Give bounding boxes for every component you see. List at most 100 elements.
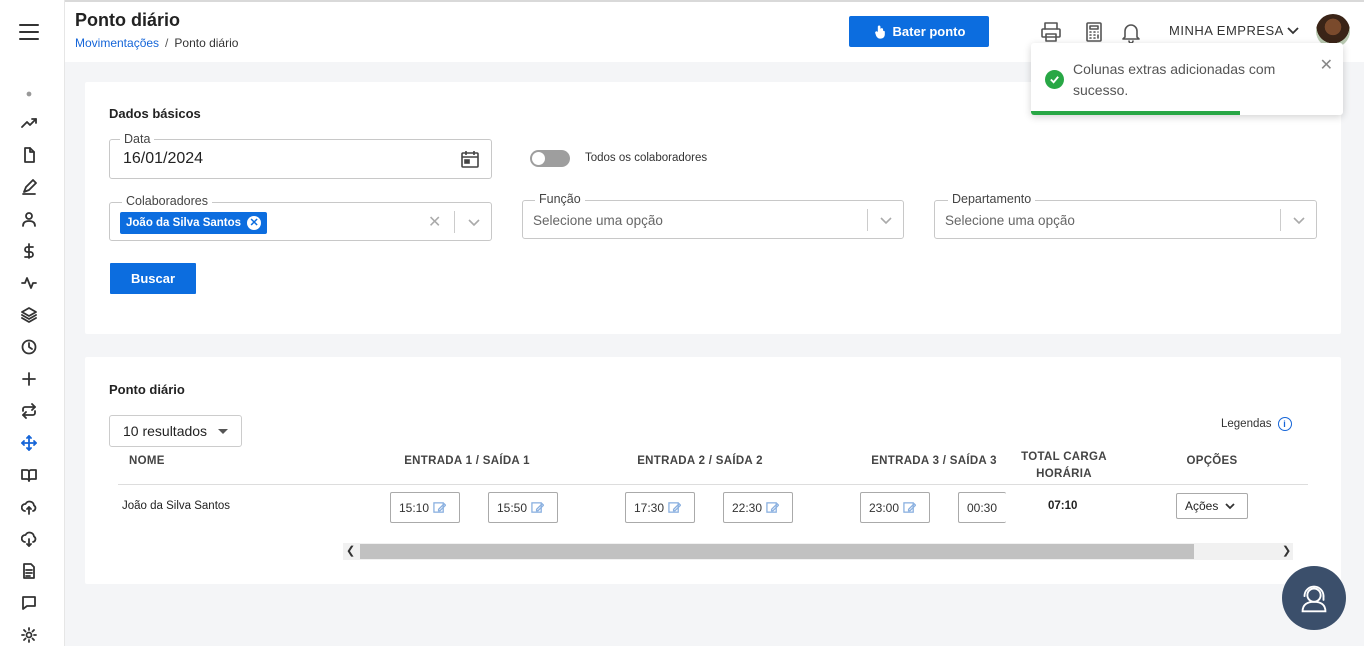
time-value: 23:00 xyxy=(869,500,900,515)
funcao-select[interactable]: Função Selecione uma opção xyxy=(522,192,904,239)
company-selector[interactable]: MINHA EMPRESA xyxy=(1169,23,1284,38)
dollar-icon[interactable] xyxy=(18,240,40,262)
support-chat-button[interactable] xyxy=(1282,566,1346,630)
time-value: 17:30 xyxy=(634,500,665,515)
departamento-select[interactable]: Departamento Selecione uma opção xyxy=(934,192,1317,239)
date-label: Data xyxy=(120,132,155,146)
chevron-down-icon[interactable] xyxy=(1292,213,1306,227)
layers-icon[interactable] xyxy=(18,304,40,326)
chip-label: João da Silva Santos xyxy=(126,217,242,229)
book-icon[interactable] xyxy=(18,464,40,486)
upload-cloud-icon[interactable] xyxy=(18,496,40,518)
col-entrada-saida-2: ENTRADA 2 / SAÍDA 2 xyxy=(637,455,763,467)
printer-icon[interactable] xyxy=(1039,20,1063,44)
departamento-label: Departamento xyxy=(948,192,1036,206)
chevron-down-icon xyxy=(1225,503,1235,510)
success-toast: Colunas extras adicionadas com sucesso. … xyxy=(1031,43,1343,115)
time-exit-1[interactable]: 15:50 xyxy=(488,492,558,523)
colaboradores-label: Colaboradores xyxy=(122,194,212,208)
col-nome: NOME xyxy=(129,455,165,467)
departamento-placeholder: Selecione uma opção xyxy=(945,213,1075,228)
hand-pointer-icon xyxy=(874,24,885,39)
repeat-icon[interactable] xyxy=(18,400,40,422)
edit-icon[interactable] xyxy=(531,501,545,514)
row-total-hours: 07:10 xyxy=(1048,500,1078,512)
daily-record-title: Ponto diário xyxy=(109,382,185,397)
clock-icon[interactable] xyxy=(18,336,40,358)
all-employees-toggle[interactable] xyxy=(530,150,570,167)
breadcrumb-parent[interactable]: Movimentações xyxy=(75,36,159,50)
time-value: 22:30 xyxy=(732,500,763,515)
settings-icon[interactable] xyxy=(18,624,40,646)
bater-ponto-label: Bater ponto xyxy=(892,24,966,39)
col-entrada-saida-3: ENTRADA 3 / SAÍDA 3 xyxy=(871,455,997,467)
results-per-page-select[interactable]: 10 resultados xyxy=(109,415,242,447)
table-header-divider xyxy=(118,484,1308,485)
chevron-down-icon[interactable] xyxy=(879,213,893,227)
time-entry-3[interactable]: 23:00 xyxy=(860,492,930,523)
check-circle-icon xyxy=(1045,70,1064,89)
buscar-button[interactable]: Buscar xyxy=(110,263,196,294)
calculator-icon[interactable] xyxy=(1082,20,1106,44)
scrollbar-thumb[interactable] xyxy=(360,544,1194,559)
download-cloud-icon[interactable] xyxy=(18,528,40,550)
results-label: 10 resultados xyxy=(123,423,208,439)
colaboradores-select[interactable]: Colaboradores João da Silva Santos ✕ ✕ xyxy=(109,194,492,241)
bater-ponto-button[interactable]: Bater ponto xyxy=(849,16,989,47)
actions-dropdown[interactable]: Ações xyxy=(1176,493,1248,519)
breadcrumb: Movimentações / Ponto diário xyxy=(75,36,238,50)
col-opcoes: OPÇÕES xyxy=(1186,455,1238,467)
clear-icon[interactable]: ✕ xyxy=(428,212,441,232)
selected-employee-chip: João da Silva Santos ✕ xyxy=(120,212,268,234)
chip-remove-icon[interactable]: ✕ xyxy=(247,216,262,230)
toast-progress xyxy=(1031,111,1241,115)
edit-icon[interactable] xyxy=(433,501,447,514)
col-entrada-saida-1: ENTRADA 1 / SAÍDA 1 xyxy=(404,455,530,467)
time-entry-1[interactable]: 15:10 xyxy=(390,492,460,523)
chevron-down-icon[interactable] xyxy=(1286,24,1300,43)
trending-up-icon[interactable] xyxy=(18,112,40,134)
time-value: 15:10 xyxy=(399,500,430,515)
edit-icon[interactable] xyxy=(903,501,917,514)
edit-icon[interactable] xyxy=(766,501,780,514)
time-value: 15:50 xyxy=(497,500,528,515)
close-icon[interactable]: ✕ xyxy=(1320,55,1333,75)
user-icon[interactable] xyxy=(18,208,40,230)
row-employee-name: João da Silva Santos xyxy=(122,500,231,512)
scroll-right-arrow[interactable]: ❯ xyxy=(1282,546,1292,557)
dot-icon[interactable] xyxy=(18,83,40,105)
time-value: 00:30 xyxy=(967,500,998,515)
basic-data-title: Dados básicos xyxy=(109,106,201,121)
page-title: Ponto diário xyxy=(75,10,180,30)
time-exit-2[interactable]: 22:30 xyxy=(723,492,793,523)
menu-icon[interactable] xyxy=(19,24,39,40)
funcao-placeholder: Selecione uma opção xyxy=(533,213,663,228)
info-icon: i xyxy=(1277,417,1292,431)
chevron-down-icon[interactable] xyxy=(467,215,481,229)
pen-icon[interactable] xyxy=(18,176,40,198)
legend-button[interactable]: Legendas i xyxy=(1221,417,1292,431)
scroll-left-arrow[interactable]: ❮ xyxy=(346,546,356,557)
edit-icon[interactable] xyxy=(668,501,682,514)
breadcrumb-current: Ponto diário xyxy=(174,36,239,50)
actions-label: Ações xyxy=(1185,499,1219,513)
calendar-icon[interactable] xyxy=(460,149,480,169)
document-icon[interactable] xyxy=(18,560,40,582)
message-icon[interactable] xyxy=(18,592,40,614)
toast-message: Colunas extras adicionadas com sucesso. xyxy=(1073,61,1276,98)
activity-icon[interactable] xyxy=(18,272,40,294)
horizontal-scrollbar[interactable]: ❮ ❯ xyxy=(343,543,1293,560)
time-exit-3[interactable]: 00:30 xyxy=(958,492,1006,523)
col-total-carga: TOTAL CARGA HORÁRIA xyxy=(1021,451,1107,480)
file-icon[interactable] xyxy=(18,144,40,166)
sidebar xyxy=(0,0,65,646)
date-field[interactable]: Data 16/01/2024 xyxy=(109,132,492,179)
move-icon[interactable] xyxy=(18,432,40,454)
breadcrumb-separator: / xyxy=(165,36,169,50)
funcao-label: Função xyxy=(535,192,585,206)
legend-label: Legendas xyxy=(1221,418,1272,430)
time-entry-2[interactable]: 17:30 xyxy=(625,492,695,523)
bell-icon[interactable] xyxy=(1119,20,1143,44)
plus-icon[interactable] xyxy=(18,368,40,390)
headset-icon xyxy=(1301,585,1327,613)
